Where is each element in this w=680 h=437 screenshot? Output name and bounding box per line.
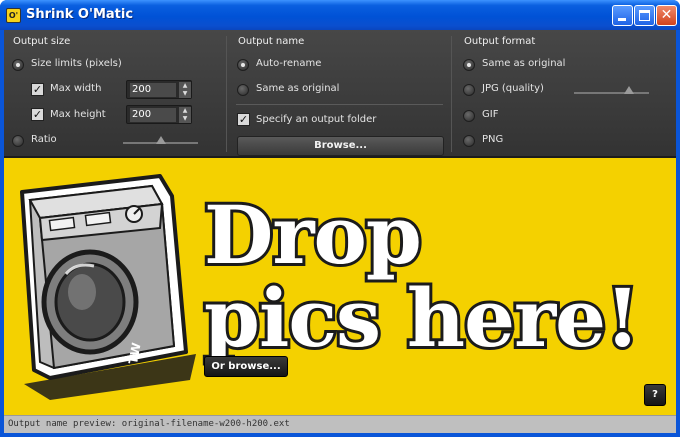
same-name-label: Same as original: [256, 83, 340, 94]
app-window: O' Shrink O'Matic ✕ Output size Size lim…: [0, 0, 680, 437]
title-bar[interactable]: O' Shrink O'Matic ✕: [0, 0, 680, 30]
ratio-slider-thumb[interactable]: [156, 136, 166, 144]
size-limits-radio[interactable]: [12, 59, 24, 71]
status-bar: Output name preview: original-filename-w…: [4, 415, 676, 433]
output-name-title: Output name: [238, 36, 305, 47]
gif-radio[interactable]: [463, 110, 475, 122]
png-radio[interactable]: [463, 135, 475, 147]
washing-machine-icon: TW: [20, 174, 196, 400]
drop-headline-line1: Drop: [201, 188, 425, 282]
jpg-quality-slider[interactable]: [574, 92, 649, 94]
ratio-radio[interactable]: [12, 135, 24, 147]
ratio-label: Ratio: [31, 134, 57, 145]
format-same-label: Same as original: [482, 58, 566, 69]
jpg-radio[interactable]: [463, 84, 475, 96]
output-folder-checkbox[interactable]: ✓: [237, 113, 250, 126]
size-limits-label: Size limits (pixels): [31, 58, 122, 69]
client-area: Output size Size limits (pixels) ✓ Max w…: [4, 30, 676, 433]
or-browse-button[interactable]: Or browse...: [204, 356, 288, 377]
maximize-button[interactable]: [634, 5, 655, 26]
browse-folder-button[interactable]: Browse...: [237, 136, 444, 156]
jpg-quality-slider-thumb[interactable]: [624, 86, 634, 94]
format-same-radio[interactable]: [463, 59, 475, 71]
maximize-icon: [639, 10, 650, 21]
max-width-checkbox[interactable]: ✓: [31, 83, 44, 96]
app-icon: O': [6, 8, 21, 23]
max-height-value[interactable]: 200: [130, 108, 176, 122]
help-button[interactable]: ?: [644, 384, 666, 406]
gif-label: GIF: [482, 109, 499, 120]
spin-down-icon[interactable]: ▼: [179, 115, 191, 123]
max-width-spinner[interactable]: 200 ▲ ▼: [126, 80, 192, 99]
jpg-label: JPG (quality): [482, 83, 544, 94]
settings-panel: Output size Size limits (pixels) ✓ Max w…: [4, 30, 676, 158]
minimize-button[interactable]: [612, 5, 633, 26]
spin-down-icon[interactable]: ▼: [179, 90, 191, 98]
close-icon: ✕: [660, 7, 673, 23]
drop-headline-line2: pics here!: [201, 271, 643, 365]
column-divider: [451, 36, 452, 152]
max-height-label: Max height: [50, 109, 106, 120]
spin-up-icon[interactable]: ▲: [179, 82, 191, 90]
close-button[interactable]: ✕: [656, 5, 677, 26]
max-height-checkbox[interactable]: ✓: [31, 108, 44, 121]
max-width-label: Max width: [50, 83, 102, 94]
max-height-spinner[interactable]: 200 ▲ ▼: [126, 105, 192, 124]
output-folder-label: Specify an output folder: [256, 114, 377, 125]
auto-rename-label: Auto-rename: [256, 58, 322, 69]
png-label: PNG: [482, 134, 504, 145]
drop-zone[interactable]: TW Drop pics here! Or browse... ?: [4, 160, 676, 415]
same-name-radio[interactable]: [237, 84, 249, 96]
minimize-icon: [618, 18, 626, 21]
auto-rename-radio[interactable]: [237, 59, 249, 71]
output-format-title: Output format: [464, 36, 536, 47]
divider: [236, 104, 443, 105]
column-divider: [226, 36, 227, 152]
window-title: Shrink O'Matic: [26, 7, 134, 22]
output-size-title: Output size: [13, 36, 71, 47]
spin-up-icon[interactable]: ▲: [179, 107, 191, 115]
max-width-value[interactable]: 200: [130, 83, 176, 97]
